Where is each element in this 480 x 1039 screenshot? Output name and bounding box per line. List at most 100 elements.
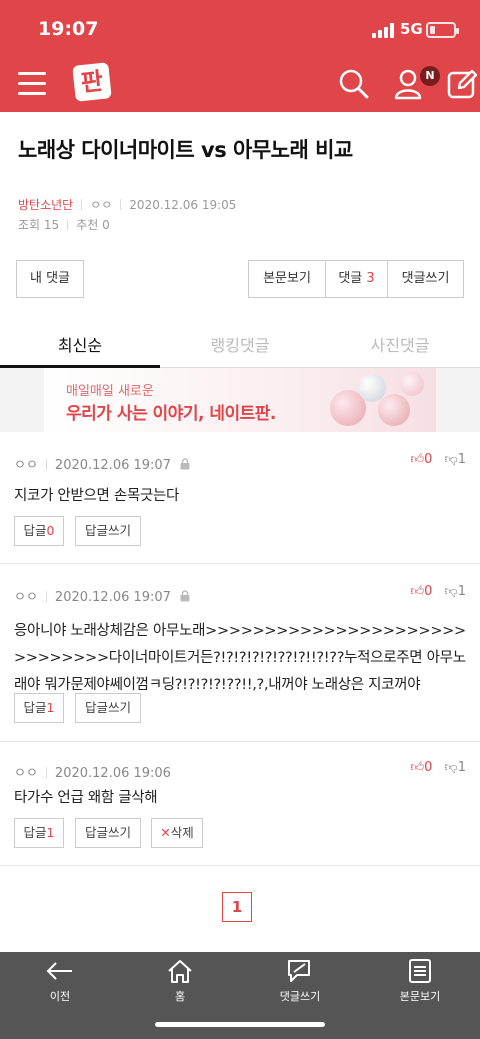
post-title: 노래상 다이너마이트 vs 아무노래 비교 <box>18 138 353 162</box>
likes-label: 추천 <box>76 218 99 232</box>
downvote-count: 1 <box>457 584 466 599</box>
comment-tabs: 최신순 랭킹댓글 사진댓글 <box>0 324 480 368</box>
thumbs-down-icon: 👎︎ <box>444 452 458 467</box>
pearl-decoration <box>400 372 424 396</box>
reply-label: 답글 <box>23 825 47 840</box>
nav-write-comment-label: 댓글쓰기 <box>279 990 321 1003</box>
view-body-button[interactable]: 본문보기 <box>248 260 326 298</box>
upvote-count: 0 <box>424 584 433 599</box>
user-icon[interactable] <box>392 68 424 100</box>
comment-item: ㅇㅇ 2020.12.06 19:07 👍︎0 👎︎1 지코가 안받으면 손목긋는… <box>0 432 480 564</box>
thumbs-up-icon: 👍︎ <box>410 760 425 775</box>
reply-count-button[interactable]: 답글1 <box>14 818 64 848</box>
views-label: 조회 <box>18 218 41 232</box>
thumbs-down-icon: 👎︎ <box>444 584 458 599</box>
tab-photo[interactable]: 사진댓글 <box>320 324 480 368</box>
write-icon[interactable] <box>446 68 478 100</box>
document-icon <box>409 959 431 983</box>
comment-votes: 👍︎0 👎︎1 <box>411 452 467 467</box>
comment-date: 2020.12.06 19:07 <box>54 590 171 605</box>
lock-icon <box>180 590 190 602</box>
comment-text: 응아니야 노래상체감은 아무노래>>>>>>>>>>>>>>>>>>>>>>>>… <box>14 623 466 693</box>
banner-subtitle: 매일매일 새로운 <box>66 384 154 399</box>
pann-logo[interactable]: 판 <box>72 62 112 102</box>
reply-count: 0 <box>46 523 55 538</box>
upvote-button[interactable]: 👍︎0 <box>411 584 433 599</box>
upvote-button[interactable]: 👍︎0 <box>411 452 433 467</box>
menu-icon[interactable] <box>18 72 46 96</box>
nav-view-body[interactable]: 본문보기 <box>360 958 480 1004</box>
pearl-decoration <box>378 394 410 426</box>
ad-banner[interactable]: 매일매일 새로운 우리가 사는 이야기, 네이트판. <box>0 368 480 432</box>
reply-label: 답글 <box>23 523 47 538</box>
comment-date: 2020.12.06 19:06 <box>54 766 171 781</box>
downvote-button[interactable]: 👎︎1 <box>445 584 466 599</box>
tab-latest[interactable]: 최신순 <box>0 324 160 368</box>
comment-date: 2020.12.06 19:07 <box>54 458 171 473</box>
comment-author: ㅇㅇ <box>14 766 38 781</box>
comment-text: 지코가 안받으면 손목긋는다 <box>14 488 180 504</box>
comment-meta: ㅇㅇ 2020.12.06 19:06 <box>14 762 171 781</box>
thumbs-up-icon: 👍︎ <box>410 584 425 599</box>
post-nickname: ㅇㅇ <box>90 198 113 212</box>
arrow-left-icon <box>46 962 72 980</box>
reply-count-button[interactable]: 답글1 <box>14 693 64 723</box>
comment-author: ㅇㅇ <box>14 458 38 473</box>
comment-votes: 👍︎0 👎︎1 <box>411 760 467 775</box>
my-comments-button[interactable]: 내 댓글 <box>16 260 84 298</box>
comments-button[interactable]: 댓글 3 <box>325 260 388 298</box>
likes-count: 0 <box>102 218 110 232</box>
upvote-count: 0 <box>424 760 433 775</box>
write-reply-button[interactable]: 답글쓰기 <box>75 693 141 723</box>
reply-count: 1 <box>46 700 55 715</box>
comment-author: ㅇㅇ <box>14 590 38 605</box>
downvote-count: 1 <box>457 760 466 775</box>
delete-button[interactable]: ✕삭제 <box>151 818 203 848</box>
tab-ranking[interactable]: 랭킹댓글 <box>160 324 320 368</box>
home-indicator[interactable] <box>155 1022 325 1027</box>
comment-item: ㅇㅇ 2020.12.06 19:07 👍︎0 👎︎1 응아니야 노래상체감은 아… <box>0 564 480 742</box>
delete-x-icon: ✕ <box>160 825 171 840</box>
signal-icon <box>372 22 394 38</box>
app-header: 19:07 5G 판 N <box>0 0 480 112</box>
downvote-button[interactable]: 👎︎1 <box>445 452 466 467</box>
nav-write-comment[interactable]: 댓글쓰기 <box>240 958 360 1004</box>
home-icon <box>168 960 192 983</box>
battery-icon <box>426 22 459 38</box>
reply-label: 답글 <box>23 700 47 715</box>
search-icon[interactable] <box>338 68 370 100</box>
nav-home[interactable]: 홈 <box>120 958 240 1004</box>
lock-icon <box>180 458 190 470</box>
status-time: 19:07 <box>38 18 99 40</box>
post-author[interactable]: 방탄소년단 <box>18 198 73 212</box>
write-reply-button[interactable]: 답글쓰기 <box>75 818 141 848</box>
downvote-button[interactable]: 👎︎1 <box>445 760 466 775</box>
comments-count: 3 <box>366 271 375 286</box>
post-date: 2020.12.06 19:05 <box>129 198 237 212</box>
write-comment-button[interactable]: 댓글쓰기 <box>387 260 464 298</box>
thumbs-up-icon: 👍︎ <box>410 452 425 467</box>
banner-headline: 우리가 사는 이야기, 네이트판. <box>66 404 276 424</box>
status-bar: 19:07 5G <box>0 0 480 62</box>
post-meta: 방탄소년단 ㅇㅇ 2020.12.06 19:05 <box>18 196 236 213</box>
nav-back[interactable]: 이전 <box>0 958 120 1004</box>
network-label: 5G <box>400 20 423 38</box>
downvote-count: 1 <box>457 452 466 467</box>
reply-count-button[interactable]: 답글0 <box>14 516 64 546</box>
thumbs-down-icon: 👎︎ <box>444 760 458 775</box>
write-reply-button[interactable]: 답글쓰기 <box>75 516 141 546</box>
comment-item: ㅇㅇ 2020.12.06 19:06 👍︎0 👎︎1 타가수 언급 왜함 글삭해… <box>0 742 480 866</box>
reply-count: 1 <box>46 825 55 840</box>
page-number-current[interactable]: 1 <box>222 892 252 922</box>
upvote-button[interactable]: 👍︎0 <box>411 760 433 775</box>
delete-label: 삭제 <box>170 825 194 840</box>
comment-votes: 👍︎0 👎︎1 <box>411 584 467 599</box>
upvote-count: 0 <box>424 452 433 467</box>
comments-label: 댓글 <box>338 271 363 286</box>
comment-meta: ㅇㅇ 2020.12.06 19:07 <box>14 586 191 605</box>
post-stats: 조회 15 추천 0 <box>18 216 110 233</box>
nav-back-label: 이전 <box>49 990 71 1003</box>
write-comment-icon <box>288 960 310 982</box>
nav-view-body-label: 본문보기 <box>399 990 441 1003</box>
notification-badge: N <box>420 66 440 86</box>
